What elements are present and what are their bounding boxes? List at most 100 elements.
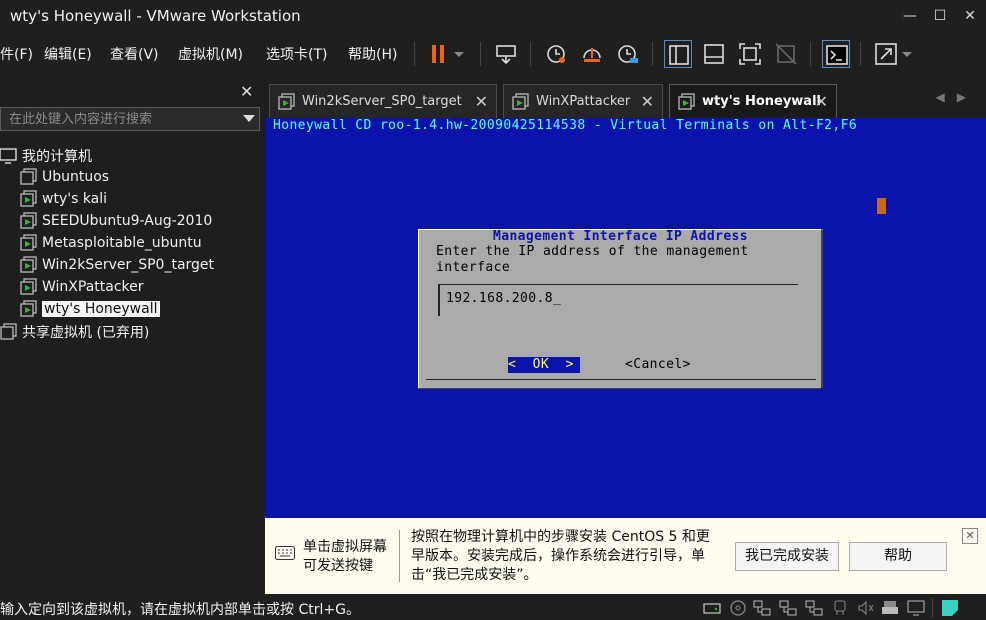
tree-label: Win2kServer_SP0_target xyxy=(42,257,215,273)
dialog-border xyxy=(418,388,823,389)
title-bar: wty's Honeywall - VMware Workstation — ☐… xyxy=(0,0,986,32)
minimize-button[interactable]: — xyxy=(900,6,920,26)
revert-snapshot-icon[interactable] xyxy=(578,40,606,68)
tree-label: wty's Honeywall xyxy=(42,301,160,317)
hint-line: 击“我已完成安装”。 xyxy=(411,567,538,583)
snapshot-manager-icon[interactable] xyxy=(614,40,642,68)
cancel-button-label: <Cancel> xyxy=(625,357,691,372)
tree-my-computer[interactable]: 我的计算机 xyxy=(0,146,92,168)
menu-edit[interactable]: 编辑(E) xyxy=(44,44,92,64)
menu-view[interactable]: 查看(V) xyxy=(110,44,159,64)
tree-label: wty's kali xyxy=(42,191,108,207)
hint-divider xyxy=(399,530,400,582)
pause-icon[interactable] xyxy=(424,40,452,68)
help-button[interactable]: 帮助 xyxy=(849,542,947,571)
close-tab-icon[interactable]: ✕ xyxy=(641,92,654,111)
menu-file[interactable]: 件(F) xyxy=(0,44,33,64)
message-log-icon[interactable] xyxy=(940,598,960,618)
status-message: 输入定向到该虚拟机，请在虚拟机内部单击或按 Ctrl+G。 xyxy=(0,602,360,618)
sound-icon[interactable] xyxy=(856,598,876,618)
toolbar-separator xyxy=(652,42,653,66)
dialog-border xyxy=(821,229,823,389)
tree-vm-honeywall[interactable]: wty's Honeywall xyxy=(20,300,160,322)
library-search[interactable] xyxy=(0,107,260,131)
menu-vm[interactable]: 虚拟机(M) xyxy=(178,44,243,64)
ip-address-input[interactable]: 192.168.200.8_ xyxy=(438,284,798,316)
close-tab-icon[interactable]: ✕ xyxy=(815,92,828,111)
tree-vm-seedubuntu[interactable]: SEEDUbuntu9-Aug-2010 xyxy=(20,212,212,234)
vm-running-icon xyxy=(678,93,695,110)
network-adapter-icon[interactable] xyxy=(778,598,798,618)
dialog-prompt-line: Enter the IP address of the management xyxy=(436,244,749,259)
network-adapter-icon[interactable] xyxy=(804,598,824,618)
hint-line: 单击虚拟屏幕 xyxy=(303,539,387,555)
unity-icon[interactable] xyxy=(772,40,800,68)
tab-honeywall[interactable]: wty's Honeywall ✕ xyxy=(669,84,837,118)
usb-icon[interactable] xyxy=(830,598,850,618)
tab-label: Win2kServer_SP0_target xyxy=(302,94,462,109)
close-tab-icon[interactable]: ✕ xyxy=(475,92,488,111)
keyboard-icon xyxy=(275,546,295,560)
install-complete-button[interactable]: 我已完成安装 xyxy=(735,542,839,571)
vm-running-icon xyxy=(20,278,37,295)
menu-tabs[interactable]: 选项卡(T) xyxy=(266,44,327,64)
toolbar-separator xyxy=(414,42,415,66)
status-bar: 输入定向到该虚拟机，请在虚拟机内部单击或按 Ctrl+G。 xyxy=(0,596,986,620)
dialog-prompt-line: interface xyxy=(436,260,511,275)
tab-winxpattacker[interactable]: WinXPattacker ✕ xyxy=(503,84,663,118)
cancel-button[interactable]: <Cancel> xyxy=(625,357,691,372)
hard-disk-icon[interactable] xyxy=(702,598,722,618)
computer-icon xyxy=(0,148,17,164)
stretch-dropdown-icon[interactable] xyxy=(900,40,914,68)
dialog-border xyxy=(418,229,419,389)
toolbar-separator xyxy=(530,42,531,66)
stretch-guest-icon[interactable] xyxy=(872,40,900,68)
menu-help[interactable]: 帮助(H) xyxy=(348,44,397,64)
tree-vm-kali[interactable]: wty's kali xyxy=(20,190,107,212)
hint-line: 早版本。安装完成后，操作系统会进行引导，单 xyxy=(411,548,705,564)
tree-vm-winxpattacker[interactable]: WinXPattacker xyxy=(20,278,144,300)
tree-vm-ubuntuos[interactable]: Ubuntuos xyxy=(20,168,109,190)
vm-running-icon xyxy=(20,256,37,273)
maximize-button[interactable]: ☐ xyxy=(930,6,950,26)
cd-rom-icon[interactable] xyxy=(728,598,748,618)
printer-icon[interactable] xyxy=(880,598,900,618)
install-hint-bar: 单击虚拟屏幕 可发送按键 按照在物理计算机中的步骤安装 CentOS 5 和更 … xyxy=(265,518,986,594)
tree-label: SEEDUbuntu9-Aug-2010 xyxy=(42,213,213,229)
tab-scroll-arrows[interactable]: ◀▶ xyxy=(936,90,978,104)
show-library-icon[interactable] xyxy=(664,40,692,68)
close-hint-icon[interactable]: ✕ xyxy=(962,528,978,544)
tree-label: 共享虚拟机 (已弃用) xyxy=(22,325,150,341)
hint-install-instructions: 按照在物理计算机中的步骤安装 CentOS 5 和更 早版本。安装完成后，操作系… xyxy=(411,528,731,585)
network-adapter-icon[interactable] xyxy=(752,598,772,618)
ok-button[interactable]: < OK > xyxy=(508,357,580,373)
tree-vm-win2kserver[interactable]: Win2kServer_SP0_target xyxy=(20,256,214,278)
pause-dropdown-icon[interactable] xyxy=(452,40,466,68)
snapshot-icon[interactable] xyxy=(542,40,570,68)
send-ctrl-alt-del-icon[interactable] xyxy=(492,40,520,68)
vm-running-icon xyxy=(278,93,295,110)
search-dropdown-icon[interactable] xyxy=(243,115,255,122)
toolbar-separator xyxy=(480,42,481,66)
vm-tab-bar: Win2kServer_SP0_target ✕ WinXPattacker ✕… xyxy=(265,80,986,118)
vm-console[interactable]: Honeywall CD roo-1.4.hw-20090425114538 -… xyxy=(265,118,986,518)
close-library-icon[interactable]: ✕ xyxy=(240,82,253,101)
tree-label: 我的计算机 xyxy=(22,149,92,165)
tree-vm-metasploitable[interactable]: Metasploitable_ubuntu xyxy=(20,234,202,256)
ip-address-dialog: Management Interface IP Address Enter th… xyxy=(418,229,823,389)
vm-running-icon xyxy=(20,212,37,229)
tab-win2kserver[interactable]: Win2kServer_SP0_target ✕ xyxy=(269,84,497,118)
tree-label: Metasploitable_ubuntu xyxy=(42,235,202,251)
tree-shared-vms[interactable]: 共享虚拟机 (已弃用) xyxy=(0,322,149,344)
toolbar-separator xyxy=(860,42,861,66)
console-cursor xyxy=(877,198,886,214)
close-window-button[interactable]: ✕ xyxy=(960,6,980,26)
console-header-text: Honeywall CD roo-1.4.hw-20090425114538 -… xyxy=(273,118,858,133)
thumbnail-bar-icon[interactable] xyxy=(700,40,728,68)
status-separator xyxy=(932,598,933,618)
display-icon[interactable] xyxy=(906,598,926,618)
dialog-title: Management Interface IP Address xyxy=(492,229,749,244)
console-view-icon[interactable] xyxy=(822,40,850,68)
library-search-input[interactable] xyxy=(9,110,229,128)
full-screen-icon[interactable] xyxy=(736,40,764,68)
